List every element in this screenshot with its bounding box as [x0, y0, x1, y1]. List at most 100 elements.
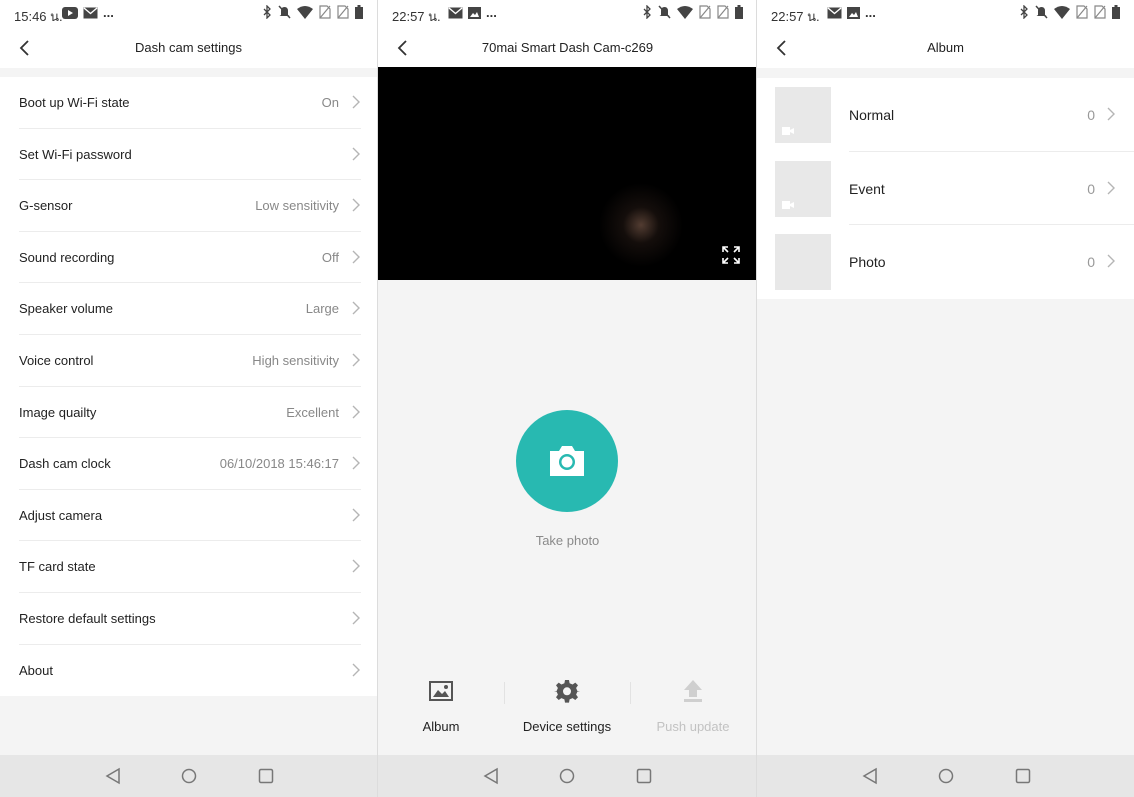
triangle-back-icon[interactable] [861, 767, 879, 785]
wifi-icon [297, 5, 313, 19]
setting-g-sensor[interactable]: G-sensor Low sensitivity [0, 180, 377, 232]
camera-icon [550, 446, 584, 476]
setting-image-quality[interactable]: Image quailty Excellent [0, 387, 377, 439]
chevron-right-icon [352, 405, 360, 419]
setting-label: Image quailty [19, 404, 97, 420]
setting-about[interactable]: About [0, 645, 377, 697]
live-video-preview[interactable] [378, 67, 757, 280]
no-sim-icon [337, 5, 349, 19]
setting-tf-card-state[interactable]: TF card state [0, 541, 377, 593]
status-more: ... [865, 5, 876, 20]
system-nav-bar [0, 755, 377, 797]
setting-value: On [321, 95, 339, 110]
wifi-icon [1054, 5, 1070, 19]
chevron-right-icon [352, 95, 360, 109]
album-thumbnail [775, 160, 831, 217]
album-screen: 22:57 น. ... Album Normal 0 Event 0 Phot… [757, 0, 1134, 797]
triangle-back-icon[interactable] [482, 767, 500, 785]
status-time: 22:57 น. [392, 9, 441, 24]
album-item-photo[interactable]: Photo 0 [757, 225, 1134, 299]
setting-boot-wifi-state[interactable]: Boot up Wi-Fi state On [0, 77, 377, 129]
wifi-icon [677, 5, 693, 19]
chevron-right-icon [1107, 181, 1115, 195]
setting-label: Dash cam clock [19, 456, 111, 472]
dash-cam-live-screen: 22:57 น. ... 70mai Smart Dash Cam-c269 T… [378, 0, 757, 797]
bluetooth-icon [643, 5, 651, 19]
status-bar: 22:57 น. ... [378, 0, 757, 28]
mail-icon [827, 6, 842, 18]
setting-value: 06/10/2018 15:46:17 [219, 456, 339, 472]
status-more: ... [103, 5, 114, 20]
setting-value: Excellent [286, 404, 339, 420]
video-icon [782, 200, 794, 209]
battery-icon [1112, 5, 1120, 19]
video-icon [782, 127, 794, 135]
chevron-right-icon [352, 353, 360, 367]
setting-value: Off [321, 249, 339, 265]
setting-adjust-camera[interactable]: Adjust camera [0, 490, 377, 542]
setting-wifi-password[interactable]: Set Wi-Fi password [0, 129, 377, 181]
header: Dash cam settings [0, 28, 377, 68]
push-update-button[interactable]: Push update [630, 660, 756, 752]
album-count: 0 [1087, 107, 1095, 123]
gallery-icon [847, 6, 860, 19]
chevron-right-icon [352, 663, 360, 677]
gear-icon [554, 680, 580, 703]
bottom-toolbar: Album Device settings Push update [378, 660, 757, 752]
album-name: Normal [849, 107, 895, 123]
settings-list: Boot up Wi-Fi state On Set Wi-Fi passwor… [0, 77, 377, 697]
mail-icon [448, 6, 463, 18]
upload-icon [684, 680, 702, 702]
chevron-right-icon [352, 456, 360, 470]
album-item-normal[interactable]: Normal 0 [757, 78, 1134, 152]
bluetooth-icon [263, 5, 271, 19]
setting-dash-cam-clock[interactable]: Dash cam clock 06/10/2018 15:46:17 [0, 438, 377, 490]
take-photo-label: Take photo [535, 533, 600, 548]
circle-home-icon[interactable] [558, 767, 576, 785]
album-button[interactable]: Album [378, 660, 504, 752]
setting-sound-recording[interactable]: Sound recording Off [0, 232, 377, 284]
circle-home-icon[interactable] [180, 767, 198, 785]
device-settings-button[interactable]: Device settings [504, 660, 630, 752]
battery-icon [355, 5, 363, 19]
mute-icon [278, 5, 291, 19]
album-count: 0 [1087, 180, 1095, 197]
header: Album [757, 28, 1134, 68]
setting-value: Low sensitivity [255, 198, 339, 214]
chevron-right-icon [352, 559, 360, 573]
device-settings-label: Device settings [522, 719, 612, 734]
system-nav-bar [757, 755, 1134, 797]
setting-speaker-volume[interactable]: Speaker volume Large [0, 283, 377, 335]
triangle-back-icon[interactable] [104, 767, 122, 785]
square-recent-icon[interactable] [635, 767, 653, 785]
album-thumbnail [775, 234, 831, 291]
setting-voice-control[interactable]: Voice control High sensitivity [0, 335, 377, 387]
header: 70mai Smart Dash Cam-c269 [378, 28, 757, 68]
push-update-label: Push update [656, 719, 730, 734]
page-title: Dash cam settings [135, 40, 242, 55]
status-time: 15:46 น. [14, 9, 63, 24]
setting-label: Speaker volume [19, 301, 113, 317]
square-recent-icon[interactable] [257, 767, 275, 785]
chevron-right-icon [352, 147, 360, 161]
gallery-icon [468, 6, 481, 19]
take-photo-button[interactable] [516, 410, 618, 512]
circle-home-icon[interactable] [937, 767, 955, 785]
status-bar: 15:46 น. ... [0, 0, 377, 28]
square-recent-icon[interactable] [1014, 767, 1032, 785]
setting-label: Set Wi-Fi password [19, 146, 132, 162]
album-item-event[interactable]: Event 0 [757, 152, 1134, 226]
youtube-icon [62, 6, 78, 19]
battery-icon [735, 5, 743, 19]
fullscreen-icon[interactable] [721, 245, 741, 265]
setting-restore-defaults[interactable]: Restore default settings [0, 593, 377, 645]
setting-value: High sensitivity [252, 352, 339, 368]
status-bar: 22:57 น. ... [757, 0, 1134, 28]
setting-label: Adjust camera [19, 507, 103, 523]
album-name: Photo [849, 254, 886, 271]
chevron-right-icon [352, 250, 360, 264]
chevron-right-icon [1107, 107, 1115, 121]
no-sim-icon [717, 5, 729, 19]
album-count: 0 [1087, 254, 1095, 271]
page-title: Album [927, 40, 964, 55]
